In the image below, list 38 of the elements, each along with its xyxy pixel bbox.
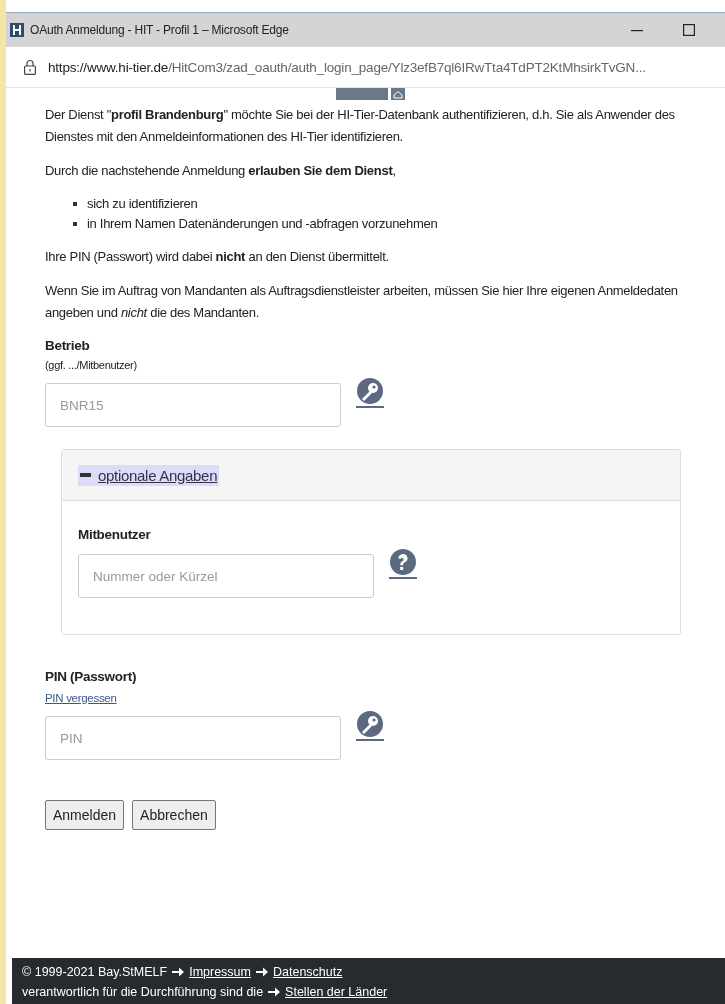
form-button[interactable]: Abbrechen: [132, 800, 216, 830]
arrow-icon: [171, 966, 186, 978]
url-text[interactable]: https://www.hi-tier.de/HitCom3/zad_oauth/auth_login_page/Ylz3efB7ql6IRwTta4TdPT2KtMhsirkTvGN...: [48, 59, 646, 75]
footer-text: © 1999-2021 Bay.StMELF: [22, 964, 168, 981]
field-hint: (ggf. .../Mitbenutzer): [45, 359, 138, 371]
key-icon[interactable]: [355, 710, 385, 742]
bullet-icon: [73, 222, 77, 226]
paragraph: Ihre PIN (Passwort) wird dabei nicht an den Dienst übermittelt.: [45, 248, 390, 266]
forgot-pin-link[interactable]: PIN vergessen: [45, 692, 117, 704]
key-icon[interactable]: [355, 377, 385, 409]
paragraph: Durch die nachstehende Anmeldung erlauben Sie dem Dienst,: [45, 162, 397, 180]
panel-toggle-link[interactable]: optionale Angaben: [78, 464, 220, 486]
home-icon[interactable]: [391, 88, 405, 100]
list-item: sich zu identifizieren: [87, 195, 198, 213]
input-field[interactable]: PIN: [45, 716, 341, 760]
bullet-icon: [73, 202, 77, 206]
paragraph: Wenn Sie im Auftrag von Mandanten als Auftragsdienstleister arbeiten, müssen Sie hier Ihre eigenen Anmeldedaten angeben und nicht die des Mandanten.: [45, 282, 679, 322]
footer-link[interactable]: Datenschutz: [273, 962, 343, 982]
field-label: Mitbenutzer: [78, 527, 152, 542]
form-button[interactable]: Anmelden: [45, 800, 125, 830]
arrow-icon: [255, 966, 269, 978]
toolbar-strip: [336, 88, 388, 100]
maximize-icon[interactable]: [683, 24, 695, 36]
field-label: Betrieb: [45, 338, 91, 353]
input-field[interactable]: Nummer oder Kürzel: [78, 554, 374, 598]
lock-icon: [24, 59, 36, 75]
footer-text: verantwortlich für die Durchführung sind die: [22, 984, 264, 1001]
input-field[interactable]: BNR15: [45, 383, 341, 427]
paragraph: Der Dienst "profil Brandenburg" möchte Sie bei der HI-Tier-Datenbank authentifizieren, d.h. Sie als Anwender des Dienstes mit den Anmeldeinformationen des HI-Tier identifizieren.: [45, 106, 676, 146]
footer-link[interactable]: Impressum: [189, 962, 251, 982]
footer-link[interactable]: Stellen der Länder: [285, 982, 388, 1002]
minus-icon: [80, 471, 92, 479]
help-icon[interactable]: [388, 548, 418, 580]
list-item: in Ihrem Namen Datenänderungen und -abfragen vorzunehmen: [87, 215, 438, 233]
app-logo-icon: [10, 23, 24, 37]
field-label: PIN (Passwort): [45, 669, 138, 684]
window-title: OAuth Anmeldung - HIT - Profil 1 – Microsoft Edge: [30, 23, 289, 37]
arrow-icon: [267, 986, 282, 998]
